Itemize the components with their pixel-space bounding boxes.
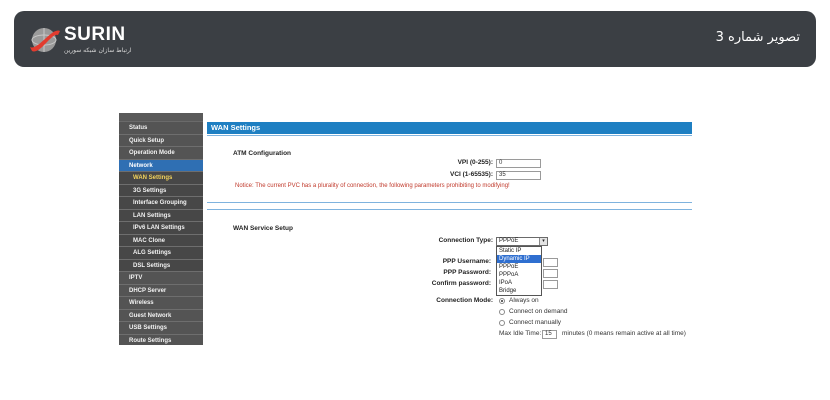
sidebar-item-mac-clone[interactable]: MAC Clone [119, 234, 203, 247]
sidebar-item-interface-grouping[interactable]: Interface Grouping [119, 197, 203, 210]
connection-mode-label: Connection Mode: [436, 297, 493, 304]
sidebar-item-route-settings[interactable]: Route Settings [119, 334, 203, 345]
radio-label: Connect manually [509, 319, 562, 326]
sidebar-top-strip [119, 113, 203, 122]
atm-section-title: ATM Configuration [233, 150, 292, 157]
sidebar-item-wireless[interactable]: Wireless [119, 297, 203, 310]
dropdown-options: Static IP Dynamic IP PPPoE PPPoA IPoA Bridge [497, 247, 541, 295]
page-title: WAN Settings [207, 122, 692, 134]
brand-tagline: ارتباط سازان شبکه سورین [64, 47, 132, 54]
ppp-password-label: PPP Password: [443, 269, 491, 276]
max-idle-hint: minutes (0 means remain active at all ti… [562, 330, 686, 337]
vci-input[interactable]: 35 [496, 171, 541, 180]
vpi-label: VPI (0-255): [457, 159, 493, 166]
sidebar-list: Status Quick Setup Operation Mode Network WA… [119, 122, 203, 345]
ppp-password-input[interactable] [543, 269, 558, 278]
radio-button[interactable] [499, 309, 505, 315]
sidebar-item-alg-settings[interactable]: ALG Settings [119, 247, 203, 260]
sidebar-item-wan-settings[interactable]: WAN Settings [119, 172, 203, 185]
dropdown-option-pppoe[interactable]: PPPoE [497, 263, 541, 271]
sidebar-item-iptv[interactable]: IPTV [119, 272, 203, 285]
dropdown-option-static-ip[interactable]: Static IP [497, 247, 541, 255]
surin-logo: SURIN ارتباط سازان شبکه سورین [28, 21, 148, 59]
radio-label: Connect on demand [509, 308, 568, 315]
router-admin-screenshot: Status Quick Setup Operation Mode Network WA… [119, 113, 692, 345]
sidebar-item-dsl-settings[interactable]: DSL Settings [119, 259, 203, 272]
ppp-username-input[interactable] [543, 258, 558, 267]
dropdown-option-pppoa[interactable]: PPPoA [497, 271, 541, 279]
sidebar-item-guest-network[interactable]: Guest Network [119, 309, 203, 322]
connection-type-select[interactable]: PPPoE ▾ [496, 237, 548, 246]
header-underline [207, 135, 692, 136]
top-banner: SURIN ارتباط سازان شبکه سورین تصویر شمار… [14, 11, 816, 67]
section-divider-2 [207, 209, 692, 210]
connection-type-label: Connection Type: [438, 237, 493, 244]
connection-type-dropdown: Static IP Dynamic IP PPPoE PPPoA IPoA Bridge [496, 246, 542, 296]
confirm-password-input[interactable] [543, 280, 558, 289]
globe-logo-icon [30, 28, 60, 52]
sidebar-item-lan-settings[interactable]: LAN Settings [119, 209, 203, 222]
dropdown-option-dynamic-ip[interactable]: Dynamic IP [497, 255, 541, 263]
notice-text: Notice: The current PVC has a plurality … [235, 183, 510, 189]
sidebar-item-quick-setup[interactable]: Quick Setup [119, 134, 203, 147]
chevron-down-icon[interactable]: ▾ [539, 238, 547, 245]
sidebar-item-ipv6-lan-settings[interactable]: IPv6 LAN Settings [119, 222, 203, 235]
sidebar-item-3g-settings[interactable]: 3G Settings [119, 184, 203, 197]
sidebar-item-usb-settings[interactable]: USB Settings [119, 322, 203, 335]
ppp-username-label: PPP Username: [442, 258, 491, 265]
sidebar-item-status[interactable]: Status [119, 122, 203, 135]
confirm-password-label: Confirm password: [431, 280, 491, 287]
section-divider-1 [207, 202, 692, 203]
radio-button[interactable] [499, 298, 505, 304]
connection-type-value: PPPoE [499, 238, 519, 244]
vpi-input[interactable]: 0 [496, 159, 541, 168]
vci-label: VCI (1-65535): [450, 171, 493, 178]
brand-name: SURIN [64, 24, 126, 45]
wan-section-title: WAN Service Setup [233, 225, 293, 232]
max-idle-label: Max Idle Time: [499, 330, 542, 337]
max-idle-input[interactable]: 15 [542, 330, 557, 339]
sidebar-item-network[interactable]: Network [119, 159, 203, 172]
dropdown-option-bridge[interactable]: Bridge [497, 287, 541, 295]
sidebar-menu: Status Quick Setup Operation Mode Network WA… [119, 113, 203, 345]
radio-label: Always on [509, 297, 539, 304]
image-caption: تصویر شماره 3 [715, 30, 800, 45]
sidebar-item-operation-mode[interactable]: Operation Mode [119, 147, 203, 160]
sidebar-item-dhcp-server[interactable]: DHCP Server [119, 284, 203, 297]
dropdown-option-ipoa[interactable]: IPoA [497, 279, 541, 287]
radio-button[interactable] [499, 320, 505, 326]
main-content: WAN Settings ATM Configuration VPI (0-25… [203, 113, 692, 345]
